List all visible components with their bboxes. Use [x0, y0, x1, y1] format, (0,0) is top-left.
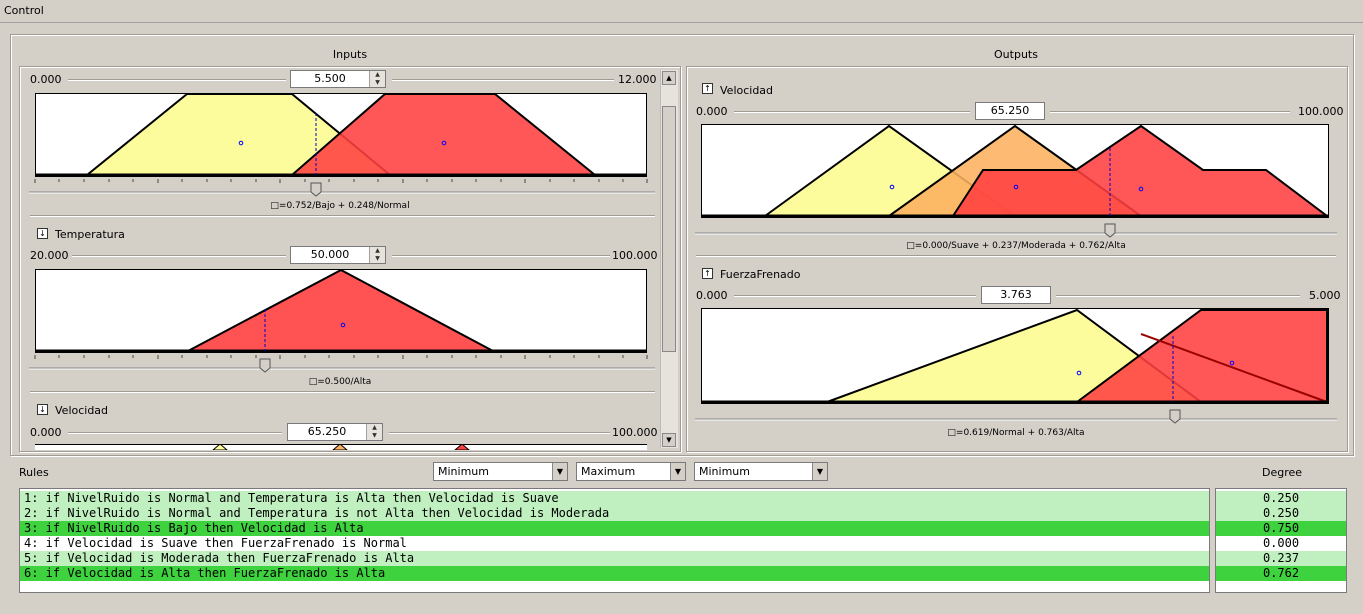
input1-value[interactable]: 5.500	[291, 72, 369, 85]
or-operator-value: Maximum	[581, 465, 636, 478]
input3-rule-right	[389, 432, 610, 434]
output1-min: 0.000	[696, 105, 728, 118]
input1-slider-thumb[interactable]	[310, 182, 322, 197]
input1-slider[interactable]	[29, 177, 655, 199]
output1-degree: □=0.000/Suave + 0.237/Moderada + 0.762/A…	[906, 241, 1126, 251]
rule-item[interactable]: 5: if Velocidad is Moderada then FuerzaF…	[20, 551, 1209, 566]
export-icon[interactable]: ↑	[702, 83, 713, 94]
dropdown-arrow-icon[interactable]: ▼	[670, 463, 685, 480]
output1-max: 100.000	[1298, 105, 1344, 118]
rule-degree: 0.237	[1216, 551, 1346, 566]
rule-item[interactable]: 1: if NivelRuido is Normal and Temperatu…	[20, 491, 1209, 506]
outputs-title: Outputs	[994, 48, 1038, 61]
implication-operator-select[interactable]: Minimum ▼	[694, 462, 828, 481]
rule-degree: 0.000	[1216, 536, 1346, 551]
input2-value-spinner[interactable]: 50.000 ▲ ▼	[290, 246, 386, 264]
output2-rule-right	[1056, 295, 1300, 297]
output1-membership-chart	[701, 124, 1329, 218]
dropdown-arrow-icon[interactable]: ▼	[552, 463, 567, 480]
rule-item[interactable]: 4: if Velocidad is Suave then FuerzaFren…	[20, 536, 1209, 551]
input3-membership-chart-clipped	[35, 444, 647, 450]
rule-degree: 0.762	[1216, 566, 1346, 581]
input2-degree: □=0.500/Alta	[308, 377, 372, 387]
input2-min: 20.000	[30, 249, 69, 262]
output2-max: 5.000	[1309, 289, 1341, 302]
input2-rule-right	[392, 255, 610, 257]
spinner-arrows-icon[interactable]: ▲ ▼	[369, 247, 385, 263]
window-title: Control	[4, 4, 44, 17]
output1-name: Velocidad	[720, 84, 774, 97]
output2-degree: □=0.619/Normal + 0.763/Alta	[947, 428, 1085, 438]
input2-membership-chart	[35, 269, 647, 353]
output1-value: 65.250	[975, 102, 1045, 120]
rule-degree: 0.250	[1216, 506, 1346, 521]
input1-degree: □=0.752/Bajo + 0.248/Normal	[270, 201, 410, 211]
rule-item[interactable]: 2: if NivelRuido is Normal and Temperatu…	[20, 506, 1209, 521]
input2-slider-thumb[interactable]	[259, 358, 271, 373]
input1-value-spinner[interactable]: 5.500 ▲ ▼	[290, 70, 386, 88]
input3-value-spinner[interactable]: 65.250 ▲ ▼	[287, 423, 383, 441]
input-separator-1	[30, 215, 655, 217]
scroll-down-icon[interactable]: ▼	[662, 433, 676, 447]
output1-rule-left	[734, 111, 970, 113]
output2-value: 3.763	[981, 286, 1051, 304]
output2-name: FuerzaFrenado	[720, 268, 801, 281]
input2-value[interactable]: 50.000	[291, 248, 369, 261]
rule-item[interactable]: 6: if Velocidad is Alta then FuerzaFrena…	[20, 566, 1209, 581]
input2-max: 100.000	[612, 249, 658, 262]
input3-rule-left	[68, 432, 282, 434]
rule-item[interactable]: 3: if NivelRuido is Bajo then Velocidad …	[20, 521, 1209, 536]
degree-list: 0.250 0.250 0.750 0.000 0.237 0.762	[1215, 488, 1347, 593]
input3-min: 0.000	[30, 426, 62, 439]
input3-value[interactable]: 65.250	[288, 425, 366, 438]
rule-degree: 0.750	[1216, 521, 1346, 536]
export-icon[interactable]: ↑	[702, 268, 713, 279]
output-separator-1	[696, 255, 1336, 257]
window-titlebar: Control	[0, 0, 1363, 23]
output2-rule-left	[734, 295, 976, 297]
input2-slider[interactable]	[29, 353, 655, 375]
or-operator-select[interactable]: Maximum ▼	[576, 462, 686, 481]
input1-min: 0.000	[30, 73, 62, 86]
inputs-scroll-thumb[interactable]	[662, 106, 676, 352]
output2-min: 0.000	[696, 289, 728, 302]
and-operator-select[interactable]: Minimum ▼	[433, 462, 568, 481]
rules-list[interactable]: 1: if NivelRuido is Normal and Temperatu…	[19, 488, 1210, 593]
and-operator-value: Minimum	[438, 465, 489, 478]
input3-max: 100.000	[612, 426, 658, 439]
export-icon[interactable]: ↓	[37, 228, 48, 239]
output2-membership-chart	[701, 308, 1329, 404]
inputs-title: Inputs	[332, 48, 368, 61]
output1-slider-thumb	[1104, 223, 1116, 238]
spinner-arrows-icon[interactable]: ▲ ▼	[369, 71, 385, 87]
export-icon[interactable]: ↓	[37, 404, 48, 415]
rule-degree: 0.250	[1216, 491, 1346, 506]
rules-label: Rules	[19, 466, 49, 479]
input1-membership-chart	[35, 93, 647, 177]
output1-slider	[695, 223, 1337, 238]
input3-name: Velocidad	[55, 404, 109, 417]
input2-rule-left	[72, 255, 286, 257]
input-separator-2	[30, 391, 655, 393]
input1-rule-left	[68, 79, 286, 81]
input1-rule-right	[392, 79, 614, 81]
output1-rule-right	[1050, 111, 1290, 113]
scroll-up-icon[interactable]: ▲	[662, 71, 676, 85]
degree-label: Degree	[1262, 466, 1303, 479]
input1-max: 12.000	[618, 73, 657, 86]
output2-slider	[695, 409, 1337, 424]
spinner-arrows-icon[interactable]: ▲ ▼	[366, 424, 382, 440]
output2-slider-thumb	[1169, 409, 1181, 424]
implication-operator-value: Minimum	[699, 465, 750, 478]
dropdown-arrow-icon[interactable]: ▼	[812, 463, 827, 480]
input2-name: Temperatura	[55, 228, 125, 241]
